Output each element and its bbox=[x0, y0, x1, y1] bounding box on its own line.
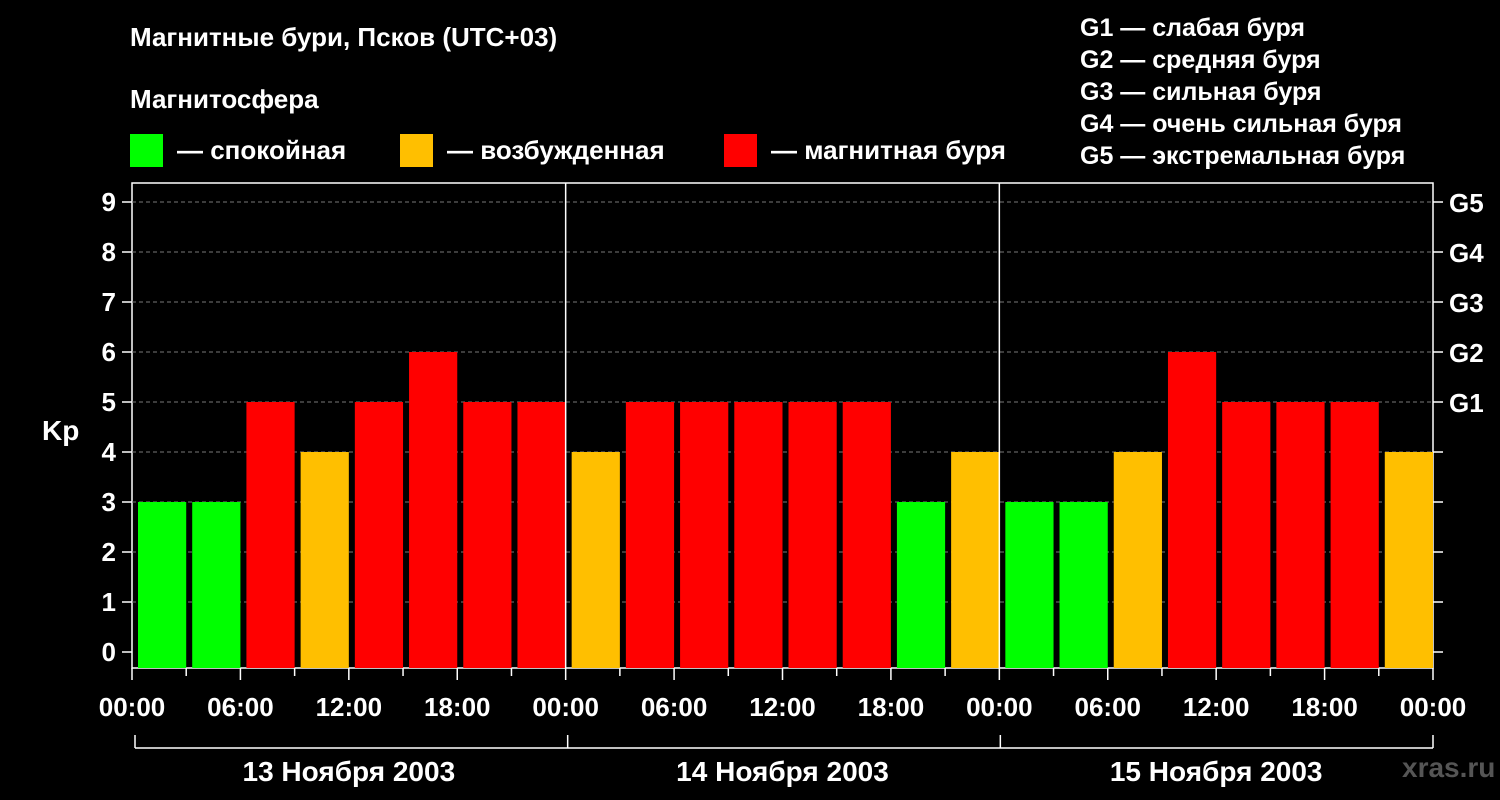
bar bbox=[734, 402, 783, 668]
y-tick-label: 4 bbox=[102, 437, 117, 467]
x-tick-label: 06:00 bbox=[207, 692, 274, 722]
g-scale-label: G2 bbox=[1449, 338, 1484, 368]
bar bbox=[192, 502, 241, 668]
x-tick-label: 06:00 bbox=[1075, 692, 1142, 722]
bar bbox=[463, 402, 512, 668]
y-tick-label: 5 bbox=[102, 387, 116, 417]
g-scale-label: G4 bbox=[1449, 238, 1484, 268]
y-tick-label: 1 bbox=[102, 587, 116, 617]
g-scale-label: G5 bbox=[1449, 188, 1484, 218]
bar bbox=[1276, 402, 1325, 668]
day-label: 15 Ноября 2003 bbox=[1110, 756, 1323, 787]
bar bbox=[1059, 502, 1108, 668]
bar bbox=[1222, 402, 1271, 668]
bar bbox=[625, 402, 675, 668]
x-tick-label: 00:00 bbox=[966, 692, 1033, 722]
bar bbox=[1113, 452, 1162, 668]
kp-bar-chart: 0 1 2 3 4 5 6 7 8 9 00:00 06:00 12:00 18:00 00:00 06:00… bbox=[42, 182, 1484, 787]
y-tick-label: 2 bbox=[102, 537, 116, 567]
y-tick-label: 6 bbox=[102, 337, 116, 367]
bar bbox=[1384, 452, 1433, 668]
bar bbox=[896, 502, 946, 668]
bar bbox=[300, 452, 349, 668]
x-tick-label: 18:00 bbox=[858, 692, 925, 722]
g-scale-label: G3 bbox=[1449, 288, 1484, 318]
bar bbox=[517, 402, 566, 668]
bar bbox=[951, 452, 1000, 668]
bar bbox=[1167, 352, 1217, 668]
day-label: 14 Ноября 2003 bbox=[676, 756, 889, 787]
bar bbox=[409, 352, 458, 668]
bar bbox=[1005, 502, 1054, 668]
bar bbox=[571, 452, 620, 668]
day-label: 13 Ноября 2003 bbox=[243, 756, 456, 787]
bar bbox=[680, 402, 729, 668]
x-tick-label: 00:00 bbox=[532, 692, 599, 722]
y-tick-label: 0 bbox=[102, 637, 116, 667]
y-tick-label: 8 bbox=[102, 237, 116, 267]
x-tick-label: 12:00 bbox=[316, 692, 383, 722]
x-tick-label: 06:00 bbox=[641, 692, 708, 722]
x-tick-label: 12:00 bbox=[749, 692, 816, 722]
bar bbox=[1330, 402, 1379, 668]
x-tick-label: 18:00 bbox=[1291, 692, 1358, 722]
bar bbox=[788, 402, 837, 668]
bar bbox=[246, 402, 295, 668]
g-scale-label: G1 bbox=[1449, 388, 1484, 418]
x-tick-label: 12:00 bbox=[1183, 692, 1250, 722]
y-tick-label: 3 bbox=[102, 487, 116, 517]
x-tick-label: 00:00 bbox=[1400, 692, 1467, 722]
y-tick-label: 9 bbox=[102, 187, 116, 217]
x-tick-label: 00:00 bbox=[99, 692, 166, 722]
y-tick-label: 7 bbox=[102, 287, 116, 317]
watermark: xras.ru bbox=[1402, 752, 1496, 783]
x-tick-label: 18:00 bbox=[424, 692, 491, 722]
bar bbox=[842, 402, 891, 668]
bar bbox=[354, 402, 404, 668]
bar bbox=[138, 502, 187, 668]
y-axis-label: Kp bbox=[42, 415, 79, 446]
